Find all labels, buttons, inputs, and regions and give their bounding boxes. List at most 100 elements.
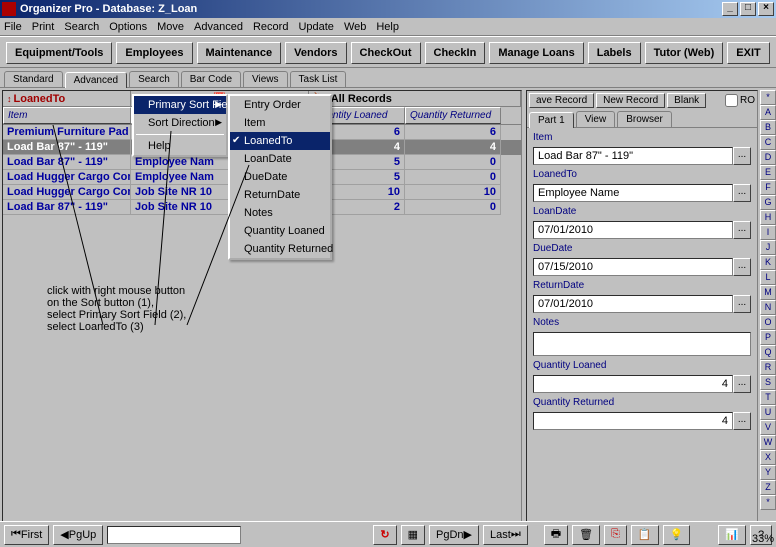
sort-button[interactable]: ↕ LoanedTo: [3, 91, 131, 106]
tab-standard[interactable]: Standard: [4, 71, 63, 87]
ctx-sort-loandate[interactable]: LoanDate: [230, 150, 330, 168]
detail-tab-view[interactable]: View: [576, 111, 616, 127]
pgdn-button[interactable]: PgDn▶: [429, 525, 479, 545]
toolbtn-maintenance[interactable]: Maintenance: [197, 42, 282, 64]
alpha-M[interactable]: M: [760, 285, 776, 300]
tab-task-list[interactable]: Task List: [290, 71, 347, 87]
alpha-W[interactable]: W: [760, 435, 776, 450]
first-record-button[interactable]: ⏮First: [4, 525, 49, 545]
blank-button[interactable]: Blank: [667, 93, 706, 108]
menu-search[interactable]: Search: [64, 21, 99, 33]
tip-button[interactable]: 💡: [663, 525, 691, 545]
readonly-checkbox[interactable]: [725, 94, 738, 107]
alpha-R[interactable]: R: [760, 360, 776, 375]
ctx-sort-entry-order[interactable]: Entry Order: [230, 96, 330, 114]
alpha-N[interactable]: N: [760, 300, 776, 315]
qtyr-button[interactable]: ...: [733, 412, 751, 430]
paste-button[interactable]: 📋: [631, 525, 659, 545]
colhead-quantity-returned[interactable]: Quantity Returned: [405, 107, 501, 124]
duedate-picker-button[interactable]: ...: [733, 258, 751, 276]
alpha-X[interactable]: X: [760, 450, 776, 465]
maximize-button[interactable]: □: [740, 2, 756, 16]
toolbtn-tutor-web-[interactable]: Tutor (Web): [645, 42, 724, 64]
alpha-U[interactable]: U: [760, 405, 776, 420]
alpha-*[interactable]: *: [760, 90, 776, 105]
alpha-Y[interactable]: Y: [760, 465, 776, 480]
loanedto-lookup-button[interactable]: ...: [733, 184, 751, 202]
alpha-*[interactable]: *: [760, 495, 776, 510]
toolbtn-manage-loans[interactable]: Manage Loans: [489, 42, 583, 64]
alpha-Q[interactable]: Q: [760, 345, 776, 360]
alpha-D[interactable]: D: [760, 150, 776, 165]
alpha-O[interactable]: O: [760, 315, 776, 330]
minimize-button[interactable]: _: [722, 2, 738, 16]
tab-views[interactable]: Views: [243, 71, 288, 87]
alpha-H[interactable]: H: [760, 210, 776, 225]
alpha-T[interactable]: T: [760, 390, 776, 405]
menu-move[interactable]: Move: [157, 21, 184, 33]
toolbtn-vendors[interactable]: Vendors: [285, 42, 346, 64]
new-record-button[interactable]: New Record: [596, 93, 665, 108]
color-grid-button[interactable]: ▦: [401, 525, 425, 545]
chart-button[interactable]: 📊: [718, 525, 746, 545]
ctx-sort-notes[interactable]: Notes: [230, 204, 330, 222]
qtyr-field[interactable]: [533, 412, 733, 430]
tab-advanced[interactable]: Advanced: [65, 72, 127, 88]
delete-button[interactable]: 🗑: [572, 525, 600, 545]
close-button[interactable]: ×: [758, 2, 774, 16]
item-field[interactable]: [533, 147, 733, 165]
alpha-V[interactable]: V: [760, 420, 776, 435]
alpha-Z[interactable]: Z: [760, 480, 776, 495]
ctx-sort-quantity-loaned[interactable]: Quantity Loaned: [230, 222, 330, 240]
toolbtn-labels[interactable]: Labels: [588, 42, 641, 64]
toolbtn-checkin[interactable]: CheckIn: [425, 42, 486, 64]
alpha-F[interactable]: F: [760, 180, 776, 195]
menu-print[interactable]: Print: [32, 21, 55, 33]
all-records-cell[interactable]: 🔖 All Records: [309, 91, 521, 106]
colhead-item[interactable]: Item: [3, 107, 131, 124]
last-record-button[interactable]: Last⏭: [483, 525, 528, 545]
loandate-field[interactable]: [533, 221, 733, 239]
menu-advanced[interactable]: Advanced: [194, 21, 243, 33]
alpha-B[interactable]: B: [760, 120, 776, 135]
menu-record[interactable]: Record: [253, 21, 288, 33]
alpha-I[interactable]: I: [760, 225, 776, 240]
tab-bar-code[interactable]: Bar Code: [181, 71, 241, 87]
detail-tab-browser[interactable]: Browser: [617, 111, 672, 127]
record-number-field[interactable]: [107, 526, 241, 544]
ctx-item-primary-sort-field[interactable]: Primary Sort Field: [134, 96, 226, 114]
save-record-button[interactable]: ave Record: [529, 93, 594, 108]
menu-update[interactable]: Update: [298, 21, 333, 33]
alpha-J[interactable]: J: [760, 240, 776, 255]
pgup-button[interactable]: ◀PgUp: [53, 525, 103, 545]
alpha-S[interactable]: S: [760, 375, 776, 390]
qtyl-button[interactable]: ...: [733, 375, 751, 393]
copy-button[interactable]: ⎘: [604, 525, 627, 545]
menu-options[interactable]: Options: [109, 21, 147, 33]
menu-help[interactable]: Help: [376, 21, 399, 33]
alpha-L[interactable]: L: [760, 270, 776, 285]
toolbtn-checkout[interactable]: CheckOut: [351, 42, 421, 64]
notes-field[interactable]: [533, 332, 751, 356]
ctx-sort-duedate[interactable]: DueDate: [230, 168, 330, 186]
item-lookup-button[interactable]: ...: [733, 147, 751, 165]
ctx-item-help[interactable]: Help: [134, 137, 226, 155]
ctx-sort-loanedto[interactable]: LoanedTo: [230, 132, 330, 150]
duedate-field[interactable]: [533, 258, 733, 276]
ctx-sort-quantity-returned[interactable]: Quantity Returned: [230, 240, 330, 258]
alpha-A[interactable]: A: [760, 105, 776, 120]
qtyl-field[interactable]: [533, 375, 733, 393]
menu-file[interactable]: File: [4, 21, 22, 33]
toolbtn-equipment-tools[interactable]: Equipment/Tools: [6, 42, 112, 64]
loandate-picker-button[interactable]: ...: [733, 221, 751, 239]
loanedto-field[interactable]: [533, 184, 733, 202]
toolbtn-employees[interactable]: Employees: [116, 42, 192, 64]
detail-tab-part-1[interactable]: Part 1: [529, 112, 574, 128]
tab-search[interactable]: Search: [129, 71, 179, 87]
ctx-sort-item[interactable]: Item: [230, 114, 330, 132]
alpha-E[interactable]: E: [760, 165, 776, 180]
print-button[interactable]: 🖶: [544, 525, 568, 545]
ctx-item-sort-direction[interactable]: Sort Direction: [134, 114, 226, 132]
alpha-K[interactable]: K: [760, 255, 776, 270]
ctx-sort-returndate[interactable]: ReturnDate: [230, 186, 330, 204]
